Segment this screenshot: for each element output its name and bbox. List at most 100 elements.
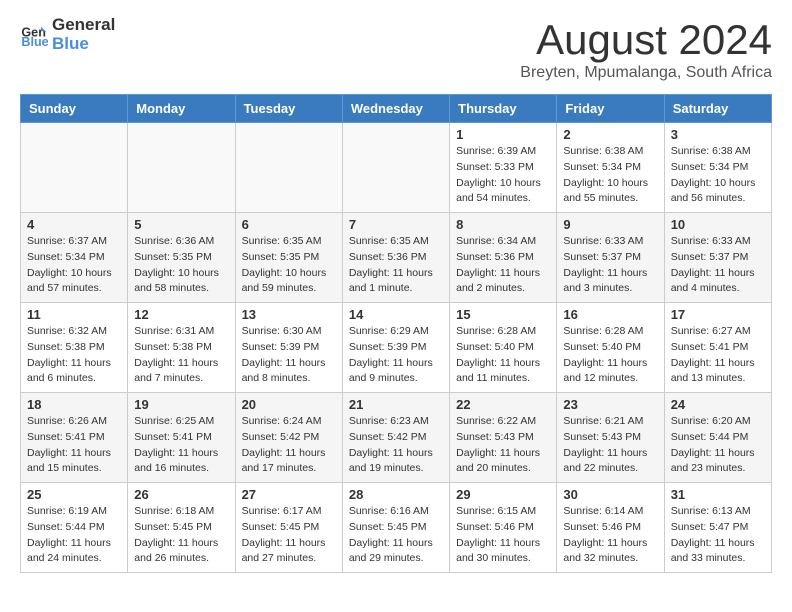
- day-info: Sunrise: 6:36 AM Sunset: 5:35 PM Dayligh…: [134, 234, 228, 297]
- day-info: Sunrise: 6:15 AM Sunset: 5:46 PM Dayligh…: [456, 504, 550, 567]
- day-info: Sunrise: 6:28 AM Sunset: 5:40 PM Dayligh…: [563, 324, 657, 387]
- header: Gen Blue General Blue August 2024 Breyte…: [20, 16, 772, 82]
- day-info: Sunrise: 6:14 AM Sunset: 5:46 PM Dayligh…: [563, 504, 657, 567]
- calendar-cell: 1 Sunrise: 6:39 AM Sunset: 5:33 PM Daylig…: [450, 123, 557, 213]
- calendar-cell: 7 Sunrise: 6:35 AM Sunset: 5:36 PM Daylig…: [342, 213, 449, 303]
- calendar-cell: 29Sunrise: 6:15 AM Sunset: 5:46 PM Dayli…: [450, 483, 557, 573]
- day-info: Sunrise: 6:17 AM Sunset: 5:45 PM Dayligh…: [242, 504, 336, 567]
- day-number: 7: [349, 217, 443, 232]
- day-info: Sunrise: 6:39 AM Sunset: 5:33 PM Dayligh…: [456, 144, 550, 207]
- calendar-cell: 12 Sunrise: 6:31 AM Sunset: 5:38 PM Dayli…: [128, 303, 235, 393]
- calendar-week-5: 25 Sunrise: 6:19 AM Sunset: 5:44 PM Dayli…: [21, 483, 772, 573]
- day-info: Sunrise: 6:24 AM Sunset: 5:42 PM Dayligh…: [242, 414, 336, 477]
- calendar-cell: 10 Sunrise: 6:33 AM Sunset: 5:37 PM Dayli…: [664, 213, 771, 303]
- calendar-cell: 13 Sunrise: 6:30 AM Sunset: 5:39 PM Dayli…: [235, 303, 342, 393]
- day-number: 15: [456, 307, 550, 322]
- day-number: 17: [671, 307, 765, 322]
- day-number: 9: [563, 217, 657, 232]
- calendar-cell: 3 Sunrise: 6:38 AM Sunset: 5:34 PM Daylig…: [664, 123, 771, 213]
- calendar-cell: 17 Sunrise: 6:27 AM Sunset: 5:41 PM Dayli…: [664, 303, 771, 393]
- calendar-week-1: 1 Sunrise: 6:39 AM Sunset: 5:33 PM Daylig…: [21, 123, 772, 213]
- calendar-cell: 23Sunrise: 6:21 AM Sunset: 5:43 PM Dayli…: [557, 393, 664, 483]
- calendar-cell: 31Sunrise: 6:13 AM Sunset: 5:47 PM Dayli…: [664, 483, 771, 573]
- day-number: 3: [671, 127, 765, 142]
- day-number: 4: [27, 217, 121, 232]
- day-info: Sunrise: 6:33 AM Sunset: 5:37 PM Dayligh…: [671, 234, 765, 297]
- calendar-header-wednesday: Wednesday: [342, 95, 449, 123]
- calendar-cell: 15 Sunrise: 6:28 AM Sunset: 5:40 PM Dayli…: [450, 303, 557, 393]
- day-number: 10: [671, 217, 765, 232]
- day-info: Sunrise: 6:28 AM Sunset: 5:40 PM Dayligh…: [456, 324, 550, 387]
- day-number: 22: [456, 397, 550, 412]
- calendar-week-2: 4 Sunrise: 6:37 AM Sunset: 5:34 PM Daylig…: [21, 213, 772, 303]
- calendar-cell: 4 Sunrise: 6:37 AM Sunset: 5:34 PM Daylig…: [21, 213, 128, 303]
- day-info: Sunrise: 6:21 AM Sunset: 5:43 PM Dayligh…: [563, 414, 657, 477]
- calendar-cell: [21, 123, 128, 213]
- day-number: 20: [242, 397, 336, 412]
- calendar-cell: 5 Sunrise: 6:36 AM Sunset: 5:35 PM Daylig…: [128, 213, 235, 303]
- day-info: Sunrise: 6:27 AM Sunset: 5:41 PM Dayligh…: [671, 324, 765, 387]
- calendar-header-thursday: Thursday: [450, 95, 557, 123]
- calendar-cell: 25 Sunrise: 6:19 AM Sunset: 5:44 PM Dayli…: [21, 483, 128, 573]
- day-info: Sunrise: 6:31 AM Sunset: 5:38 PM Dayligh…: [134, 324, 228, 387]
- day-number: 24: [671, 397, 765, 412]
- logo-text: General Blue: [52, 16, 115, 53]
- day-info: Sunrise: 6:35 AM Sunset: 5:36 PM Dayligh…: [349, 234, 443, 297]
- day-info: Sunrise: 6:30 AM Sunset: 5:39 PM Dayligh…: [242, 324, 336, 387]
- title-area: August 2024 Breyten, Mpumalanga, South A…: [520, 16, 772, 82]
- calendar-header-tuesday: Tuesday: [235, 95, 342, 123]
- calendar-week-4: 18Sunrise: 6:26 AM Sunset: 5:41 PM Dayli…: [21, 393, 772, 483]
- day-info: Sunrise: 6:35 AM Sunset: 5:35 PM Dayligh…: [242, 234, 336, 297]
- day-number: 5: [134, 217, 228, 232]
- calendar-header-friday: Friday: [557, 95, 664, 123]
- calendar-cell: 16Sunrise: 6:28 AM Sunset: 5:40 PM Dayli…: [557, 303, 664, 393]
- calendar-week-3: 11 Sunrise: 6:32 AM Sunset: 5:38 PM Dayli…: [21, 303, 772, 393]
- day-info: Sunrise: 6:22 AM Sunset: 5:43 PM Dayligh…: [456, 414, 550, 477]
- day-number: 30: [563, 487, 657, 502]
- logo-line1: General: [52, 15, 115, 34]
- calendar-header-monday: Monday: [128, 95, 235, 123]
- day-info: Sunrise: 6:16 AM Sunset: 5:45 PM Dayligh…: [349, 504, 443, 567]
- day-info: Sunrise: 6:13 AM Sunset: 5:47 PM Dayligh…: [671, 504, 765, 567]
- day-number: 13: [242, 307, 336, 322]
- day-number: 27: [242, 487, 336, 502]
- day-number: 11: [27, 307, 121, 322]
- day-info: Sunrise: 6:37 AM Sunset: 5:34 PM Dayligh…: [27, 234, 121, 297]
- calendar-cell: 18Sunrise: 6:26 AM Sunset: 5:41 PM Dayli…: [21, 393, 128, 483]
- day-number: 12: [134, 307, 228, 322]
- day-number: 14: [349, 307, 443, 322]
- calendar-cell: 20 Sunrise: 6:24 AM Sunset: 5:42 PM Dayli…: [235, 393, 342, 483]
- day-number: 25: [27, 487, 121, 502]
- day-number: 8: [456, 217, 550, 232]
- day-info: Sunrise: 6:33 AM Sunset: 5:37 PM Dayligh…: [563, 234, 657, 297]
- calendar-cell: 27 Sunrise: 6:17 AM Sunset: 5:45 PM Dayli…: [235, 483, 342, 573]
- calendar: SundayMondayTuesdayWednesdayThursdayFrid…: [20, 94, 772, 573]
- page-container: Gen Blue General Blue August 2024 Breyte…: [0, 0, 792, 589]
- day-info: Sunrise: 6:29 AM Sunset: 5:39 PM Dayligh…: [349, 324, 443, 387]
- day-info: Sunrise: 6:38 AM Sunset: 5:34 PM Dayligh…: [671, 144, 765, 207]
- calendar-cell: 24Sunrise: 6:20 AM Sunset: 5:44 PM Dayli…: [664, 393, 771, 483]
- logo: Gen Blue General Blue: [20, 16, 115, 53]
- calendar-cell: [235, 123, 342, 213]
- day-info: Sunrise: 6:19 AM Sunset: 5:44 PM Dayligh…: [27, 504, 121, 567]
- svg-text:Blue: Blue: [21, 35, 48, 49]
- day-info: Sunrise: 6:38 AM Sunset: 5:34 PM Dayligh…: [563, 144, 657, 207]
- calendar-cell: 19Sunrise: 6:25 AM Sunset: 5:41 PM Dayli…: [128, 393, 235, 483]
- calendar-cell: 6Sunrise: 6:35 AM Sunset: 5:35 PM Daylig…: [235, 213, 342, 303]
- calendar-cell: 11 Sunrise: 6:32 AM Sunset: 5:38 PM Dayli…: [21, 303, 128, 393]
- day-info: Sunrise: 6:26 AM Sunset: 5:41 PM Dayligh…: [27, 414, 121, 477]
- calendar-cell: 9 Sunrise: 6:33 AM Sunset: 5:37 PM Daylig…: [557, 213, 664, 303]
- day-info: Sunrise: 6:18 AM Sunset: 5:45 PM Dayligh…: [134, 504, 228, 567]
- day-info: Sunrise: 6:32 AM Sunset: 5:38 PM Dayligh…: [27, 324, 121, 387]
- day-info: Sunrise: 6:34 AM Sunset: 5:36 PM Dayligh…: [456, 234, 550, 297]
- calendar-cell: 2Sunrise: 6:38 AM Sunset: 5:34 PM Daylig…: [557, 123, 664, 213]
- month-title: August 2024: [520, 16, 772, 64]
- calendar-cell: 21Sunrise: 6:23 AM Sunset: 5:42 PM Dayli…: [342, 393, 449, 483]
- calendar-cell: 8 Sunrise: 6:34 AM Sunset: 5:36 PM Daylig…: [450, 213, 557, 303]
- logo-icon: Gen Blue: [20, 21, 48, 49]
- calendar-cell: [342, 123, 449, 213]
- day-number: 1: [456, 127, 550, 142]
- logo-line2: Blue: [52, 34, 89, 53]
- calendar-cell: [128, 123, 235, 213]
- day-number: 19: [134, 397, 228, 412]
